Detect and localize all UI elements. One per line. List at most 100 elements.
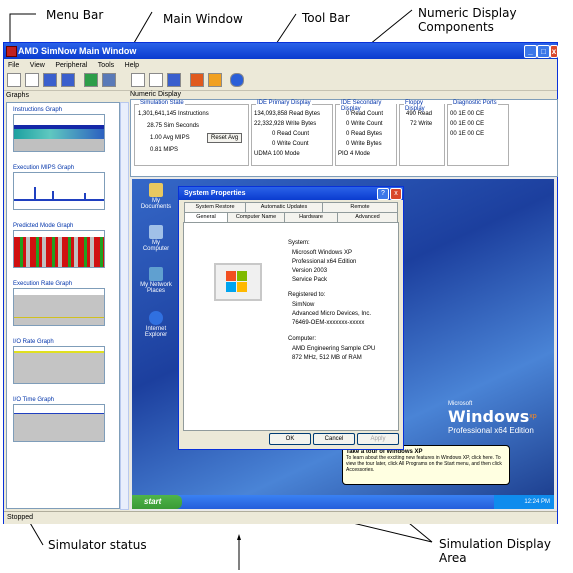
diag-row: 00 1E 00 CE xyxy=(450,131,485,137)
monitor-icon[interactable] xyxy=(102,73,116,87)
help-icon[interactable] xyxy=(230,73,244,87)
desktop-icon-internet-explorer[interactable]: Internet Explorer xyxy=(140,311,172,338)
system-line: Version 2003 xyxy=(292,268,328,274)
breakpoint-icon[interactable] xyxy=(190,73,204,87)
title-bar[interactable]: AMD SimNow Main Window _ □ x xyxy=(4,43,558,59)
desktop-icon-my-computer[interactable]: My Computer xyxy=(140,225,172,252)
sim-seconds-value: 28.75 Sim Seconds xyxy=(147,123,200,129)
start-button[interactable]: start xyxy=(132,495,182,509)
reset-icon[interactable] xyxy=(84,73,98,87)
guest-taskbar: start 12:24 PM xyxy=(132,495,554,509)
system-label: System: xyxy=(288,240,310,246)
ide-primary-row: 0 Read Count xyxy=(272,131,310,137)
menu-bar-callout: Menu Bar xyxy=(46,8,104,22)
simulator-status-callout: Simulator status xyxy=(48,538,147,552)
computer-line: 872 MHz, 512 MB of RAM xyxy=(292,355,362,361)
diag-row: 00 1E 00 CE xyxy=(450,111,485,117)
graphs-pane: Graphs Instructions Graph Execution MIPS… xyxy=(4,91,129,511)
guest-desktop[interactable]: My Documents My Computer My Network Plac… xyxy=(132,179,554,509)
group-title: IDE Primary Display xyxy=(256,100,312,106)
instructions-value: 1,301,641,145 Instructions xyxy=(138,111,209,117)
apply-button[interactable]: Apply xyxy=(357,433,399,445)
registered-label: Registered to: xyxy=(288,292,326,298)
floppy-write: 72 Write xyxy=(410,121,433,127)
dialog-body: System: Microsoft Windows XP Professiona… xyxy=(183,222,399,431)
ok-button[interactable]: OK xyxy=(269,433,311,445)
system-line: Professional x64 Edition xyxy=(292,259,357,265)
graph-label: Predicted Mode Graph xyxy=(13,223,74,229)
graphs-list: Instructions Graph Execution MIPS Graph … xyxy=(6,102,120,509)
ide-primary-row: 134,093,858 Read Bytes xyxy=(254,111,321,117)
play-icon[interactable] xyxy=(131,73,145,87)
graphs-header: Graphs xyxy=(6,92,29,99)
pause-icon[interactable] xyxy=(149,73,163,87)
graph-plot xyxy=(13,230,105,268)
status-bar: Stopped xyxy=(4,511,557,524)
tool-bar-callout: Tool Bar xyxy=(302,11,350,25)
ide-primary-row: 0 Write Count xyxy=(272,141,309,147)
close-icon[interactable]: x xyxy=(550,45,558,58)
logo-xp: xp xyxy=(529,413,537,420)
diag-row: 00 1E 00 CE xyxy=(450,121,485,127)
simulation-display[interactable]: My Documents My Computer My Network Plac… xyxy=(130,177,556,511)
graphs-scrollbar[interactable] xyxy=(120,102,129,510)
dialog-close-icon[interactable]: x xyxy=(390,188,402,200)
graph-execution-mips[interactable]: Execution MIPS Graph xyxy=(13,165,105,210)
numeric-display-header: Numeric Display xyxy=(130,91,181,98)
tour-balloon[interactable]: Take a tour of Windows XP To learn about… xyxy=(342,445,510,485)
graph-plot xyxy=(13,288,105,326)
new-icon[interactable] xyxy=(7,73,21,87)
registered-line: Advanced Micro Devices, Inc. xyxy=(292,311,372,317)
cancel-button[interactable]: Cancel xyxy=(313,433,355,445)
graph-predicted-mode[interactable]: Predicted Mode Graph xyxy=(13,223,105,268)
graph-execution-rate[interactable]: Execution Rate Graph xyxy=(13,281,105,326)
sim-state-group: Simulation State 1,301,641,145 Instructi… xyxy=(134,100,249,166)
tab-general[interactable]: General xyxy=(184,212,228,222)
computer-line: AMD Engineering Sample CPU xyxy=(292,346,376,352)
ide-secondary-row: 0 Write Bytes xyxy=(346,141,382,147)
registered-line: SimNow xyxy=(292,302,315,308)
graph-io-time[interactable]: I/O Time Graph xyxy=(13,397,105,442)
dialog-help-icon[interactable]: ? xyxy=(377,188,389,200)
system-line: Service Pack xyxy=(292,277,328,283)
ide-secondary-row: 0 Write Count xyxy=(346,121,383,127)
debug-icon[interactable] xyxy=(208,73,222,87)
window-title: AMD SimNow Main Window xyxy=(18,46,137,56)
floppy-read: 490 Read xyxy=(406,111,433,117)
avg-mips-value: 1.00 Avg MIPS xyxy=(150,135,190,141)
graph-plot xyxy=(13,172,105,210)
group-title: Diagnostic Ports xyxy=(452,100,498,106)
ide-primary-row: 22,332,928 Write Bytes xyxy=(254,121,317,127)
menu-bar: File View Peripheral Tools Help xyxy=(4,59,557,70)
graph-plot xyxy=(13,114,105,152)
save-as-icon[interactable] xyxy=(61,73,75,87)
system-properties-dialog: System Properties ? x System Restore Aut… xyxy=(178,186,404,450)
system-line: Microsoft Windows XP xyxy=(292,250,353,256)
minimize-icon[interactable]: _ xyxy=(524,45,537,58)
step-icon[interactable] xyxy=(167,73,181,87)
logo-windows: Windows xyxy=(448,407,530,426)
diag-ports-group: Diagnostic Ports 00 1E 00 CE 00 1E 00 CE… xyxy=(447,100,509,166)
tool-bar xyxy=(4,70,557,91)
balloon-text: To learn about the exciting new features… xyxy=(346,455,502,473)
maximize-icon[interactable]: □ xyxy=(537,45,550,58)
reset-avg-button[interactable]: Reset Avg xyxy=(207,133,243,143)
open-icon[interactable] xyxy=(25,73,39,87)
group-title: Simulation State xyxy=(139,100,185,106)
desktop-icon-network[interactable]: My Network Places xyxy=(140,267,172,294)
simulation-display-callout: Simulation Display Area xyxy=(439,537,551,565)
desktop-icon-my-documents[interactable]: My Documents xyxy=(140,183,172,210)
graph-io-rate[interactable]: I/O Rate Graph xyxy=(13,339,105,384)
graph-instructions[interactable]: Instructions Graph xyxy=(13,107,105,152)
floppy-group: Floppy Display 490 Read 72 Write xyxy=(399,100,445,166)
main-window-callout: Main Window xyxy=(163,12,243,26)
graph-label: I/O Rate Graph xyxy=(13,339,54,345)
main-window: AMD SimNow Main Window _ □ x File View P… xyxy=(3,42,558,524)
save-icon[interactable] xyxy=(43,73,57,87)
graph-plot xyxy=(13,346,105,384)
graph-label: Instructions Graph xyxy=(13,107,63,113)
system-tray-clock[interactable]: 12:24 PM xyxy=(494,495,554,509)
computer-label: Computer: xyxy=(288,336,317,342)
app-icon xyxy=(6,46,17,57)
ide-primary-row: UDMA 100 Mode xyxy=(254,151,300,157)
